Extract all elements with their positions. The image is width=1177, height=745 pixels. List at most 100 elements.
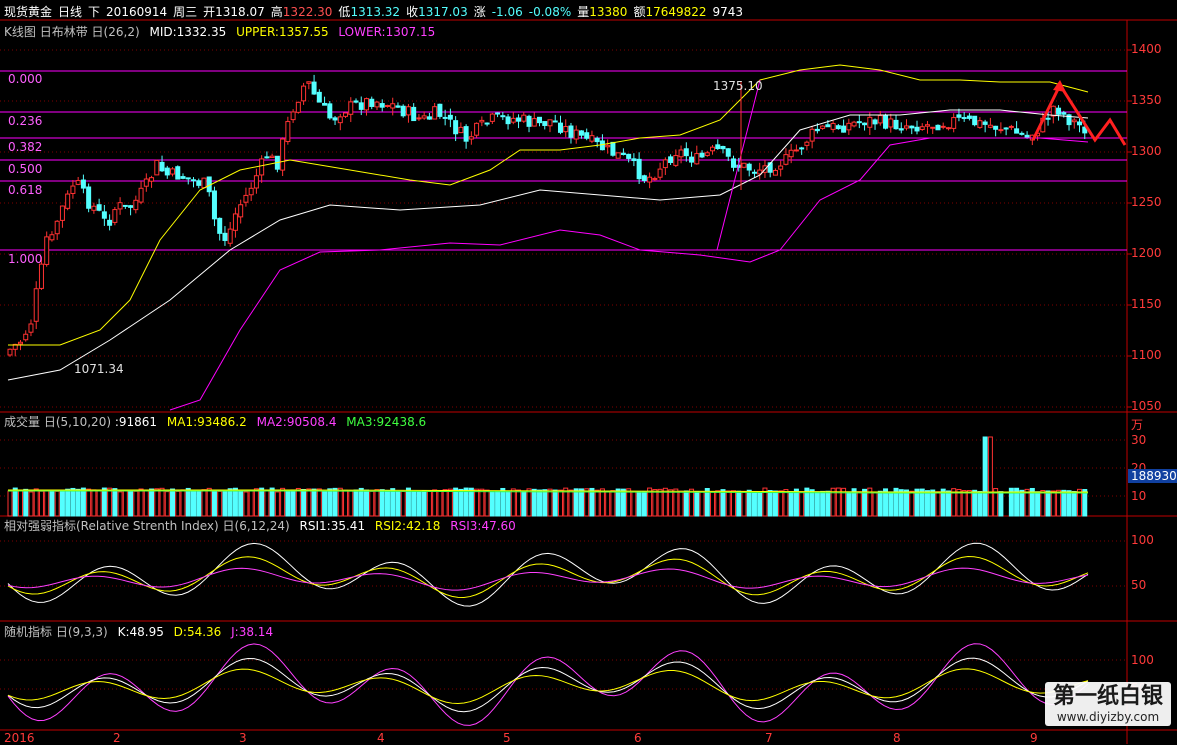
candle-body xyxy=(149,177,155,182)
kline-title[interactable]: K线图 xyxy=(4,25,36,39)
volume-bar xyxy=(248,490,254,517)
volume-bar xyxy=(615,488,621,517)
volume-bar xyxy=(694,491,700,517)
volume-bar xyxy=(170,488,176,517)
candle-body xyxy=(416,117,422,120)
rsi-title[interactable]: 相对强弱指标(Relative Strenth Index) xyxy=(4,519,219,533)
candle-body xyxy=(568,125,574,138)
fib-label-618: 0.618 xyxy=(8,183,43,197)
volume-bar xyxy=(641,491,647,517)
volume-bar xyxy=(799,491,805,517)
change-label: 涨 xyxy=(473,5,486,19)
volume-bar xyxy=(751,491,757,517)
candle-body xyxy=(741,162,747,168)
rsi1-line xyxy=(7,542,1089,607)
boll-upper-line xyxy=(8,64,1089,346)
candle-body xyxy=(993,125,999,130)
volume-bar xyxy=(343,489,349,517)
candle-body xyxy=(620,152,626,155)
volume-bar xyxy=(710,491,716,517)
candle-body xyxy=(919,126,925,130)
volume-ma1: MA1:93486.2 xyxy=(166,415,247,429)
candle-body xyxy=(143,178,149,187)
candle-body xyxy=(505,116,511,125)
candle-body xyxy=(159,161,165,172)
month-label: 5 xyxy=(503,731,511,745)
candle-body xyxy=(977,120,983,128)
volume-bar xyxy=(820,490,826,517)
candle-body xyxy=(500,115,506,118)
volume-bar xyxy=(783,489,789,517)
candle-body xyxy=(38,263,44,289)
candle-body xyxy=(935,124,941,131)
candle-body xyxy=(405,106,411,116)
candle-body xyxy=(689,156,695,163)
candle-body xyxy=(987,124,993,128)
period-label[interactable]: 日线 xyxy=(58,5,82,19)
candle-body xyxy=(154,159,160,176)
candle-body xyxy=(91,205,97,211)
volume-bar xyxy=(44,490,50,517)
volume-bar xyxy=(699,491,705,517)
candle-body xyxy=(65,193,71,209)
candle-body xyxy=(825,124,831,128)
candle-body xyxy=(1050,105,1056,117)
candle-body xyxy=(222,232,228,241)
open-value: 1318.07 xyxy=(215,5,265,19)
volume-bar xyxy=(421,490,427,517)
volume-bar xyxy=(1056,489,1062,517)
volume-bar xyxy=(531,488,537,517)
candle-body xyxy=(998,129,1004,132)
volume-bar xyxy=(584,488,590,517)
candle-body xyxy=(814,128,820,132)
mode-label[interactable]: 下 xyxy=(88,5,100,19)
volume-bar xyxy=(112,488,118,517)
price-axis-1250: 1250 xyxy=(1131,195,1162,209)
candle-body xyxy=(133,199,139,211)
price-axis-1050: 1050 xyxy=(1131,399,1162,413)
volume-bar xyxy=(904,489,910,517)
candle-body xyxy=(227,228,233,244)
volume-bar xyxy=(274,491,280,517)
volume-bar xyxy=(924,490,930,517)
volume-bar xyxy=(961,490,967,517)
open-label: 开 xyxy=(203,5,216,19)
volume-bar xyxy=(495,490,501,517)
volume-bar xyxy=(1035,491,1041,517)
rsi-axis-50: 50 xyxy=(1131,578,1147,592)
volume-bar xyxy=(510,488,516,517)
volume-bar xyxy=(599,488,605,517)
volume-bar xyxy=(91,489,97,517)
volume-bar xyxy=(290,489,296,517)
upper-value: UPPER:1357.55 xyxy=(236,25,329,39)
candle-body xyxy=(295,101,301,113)
quote-date: 20160914 xyxy=(106,5,168,19)
candle-body xyxy=(662,159,668,169)
candle-body xyxy=(1014,128,1020,134)
volume-badge: 188930 xyxy=(1128,469,1177,483)
volume-bar xyxy=(856,491,862,517)
volume-bar xyxy=(987,436,993,517)
kdj-title[interactable]: 随机指标 xyxy=(4,625,52,639)
amount-value: 17649822 xyxy=(645,5,707,19)
volume-bar xyxy=(610,490,616,517)
volume-bar xyxy=(1019,489,1025,517)
candle-body xyxy=(390,103,396,109)
volume-bar xyxy=(736,490,742,517)
price-axis-1400: 1400 xyxy=(1131,42,1162,56)
volume-bar xyxy=(909,490,915,517)
candle-body xyxy=(531,118,537,127)
volume-bar xyxy=(211,491,217,517)
indicator-name[interactable]: 日布林带 xyxy=(40,25,88,39)
volume-bar xyxy=(516,489,522,517)
candle-body xyxy=(788,149,794,158)
high-label: 高 xyxy=(270,5,283,19)
candle-body xyxy=(190,179,196,182)
candle-body xyxy=(552,120,558,123)
month-label: 6 xyxy=(634,731,642,745)
candle-body xyxy=(1024,134,1030,138)
volume-bar xyxy=(1066,490,1072,517)
candle-body xyxy=(725,148,731,157)
candle-body xyxy=(641,175,647,181)
volume-title[interactable]: 成交量 xyxy=(4,415,40,429)
